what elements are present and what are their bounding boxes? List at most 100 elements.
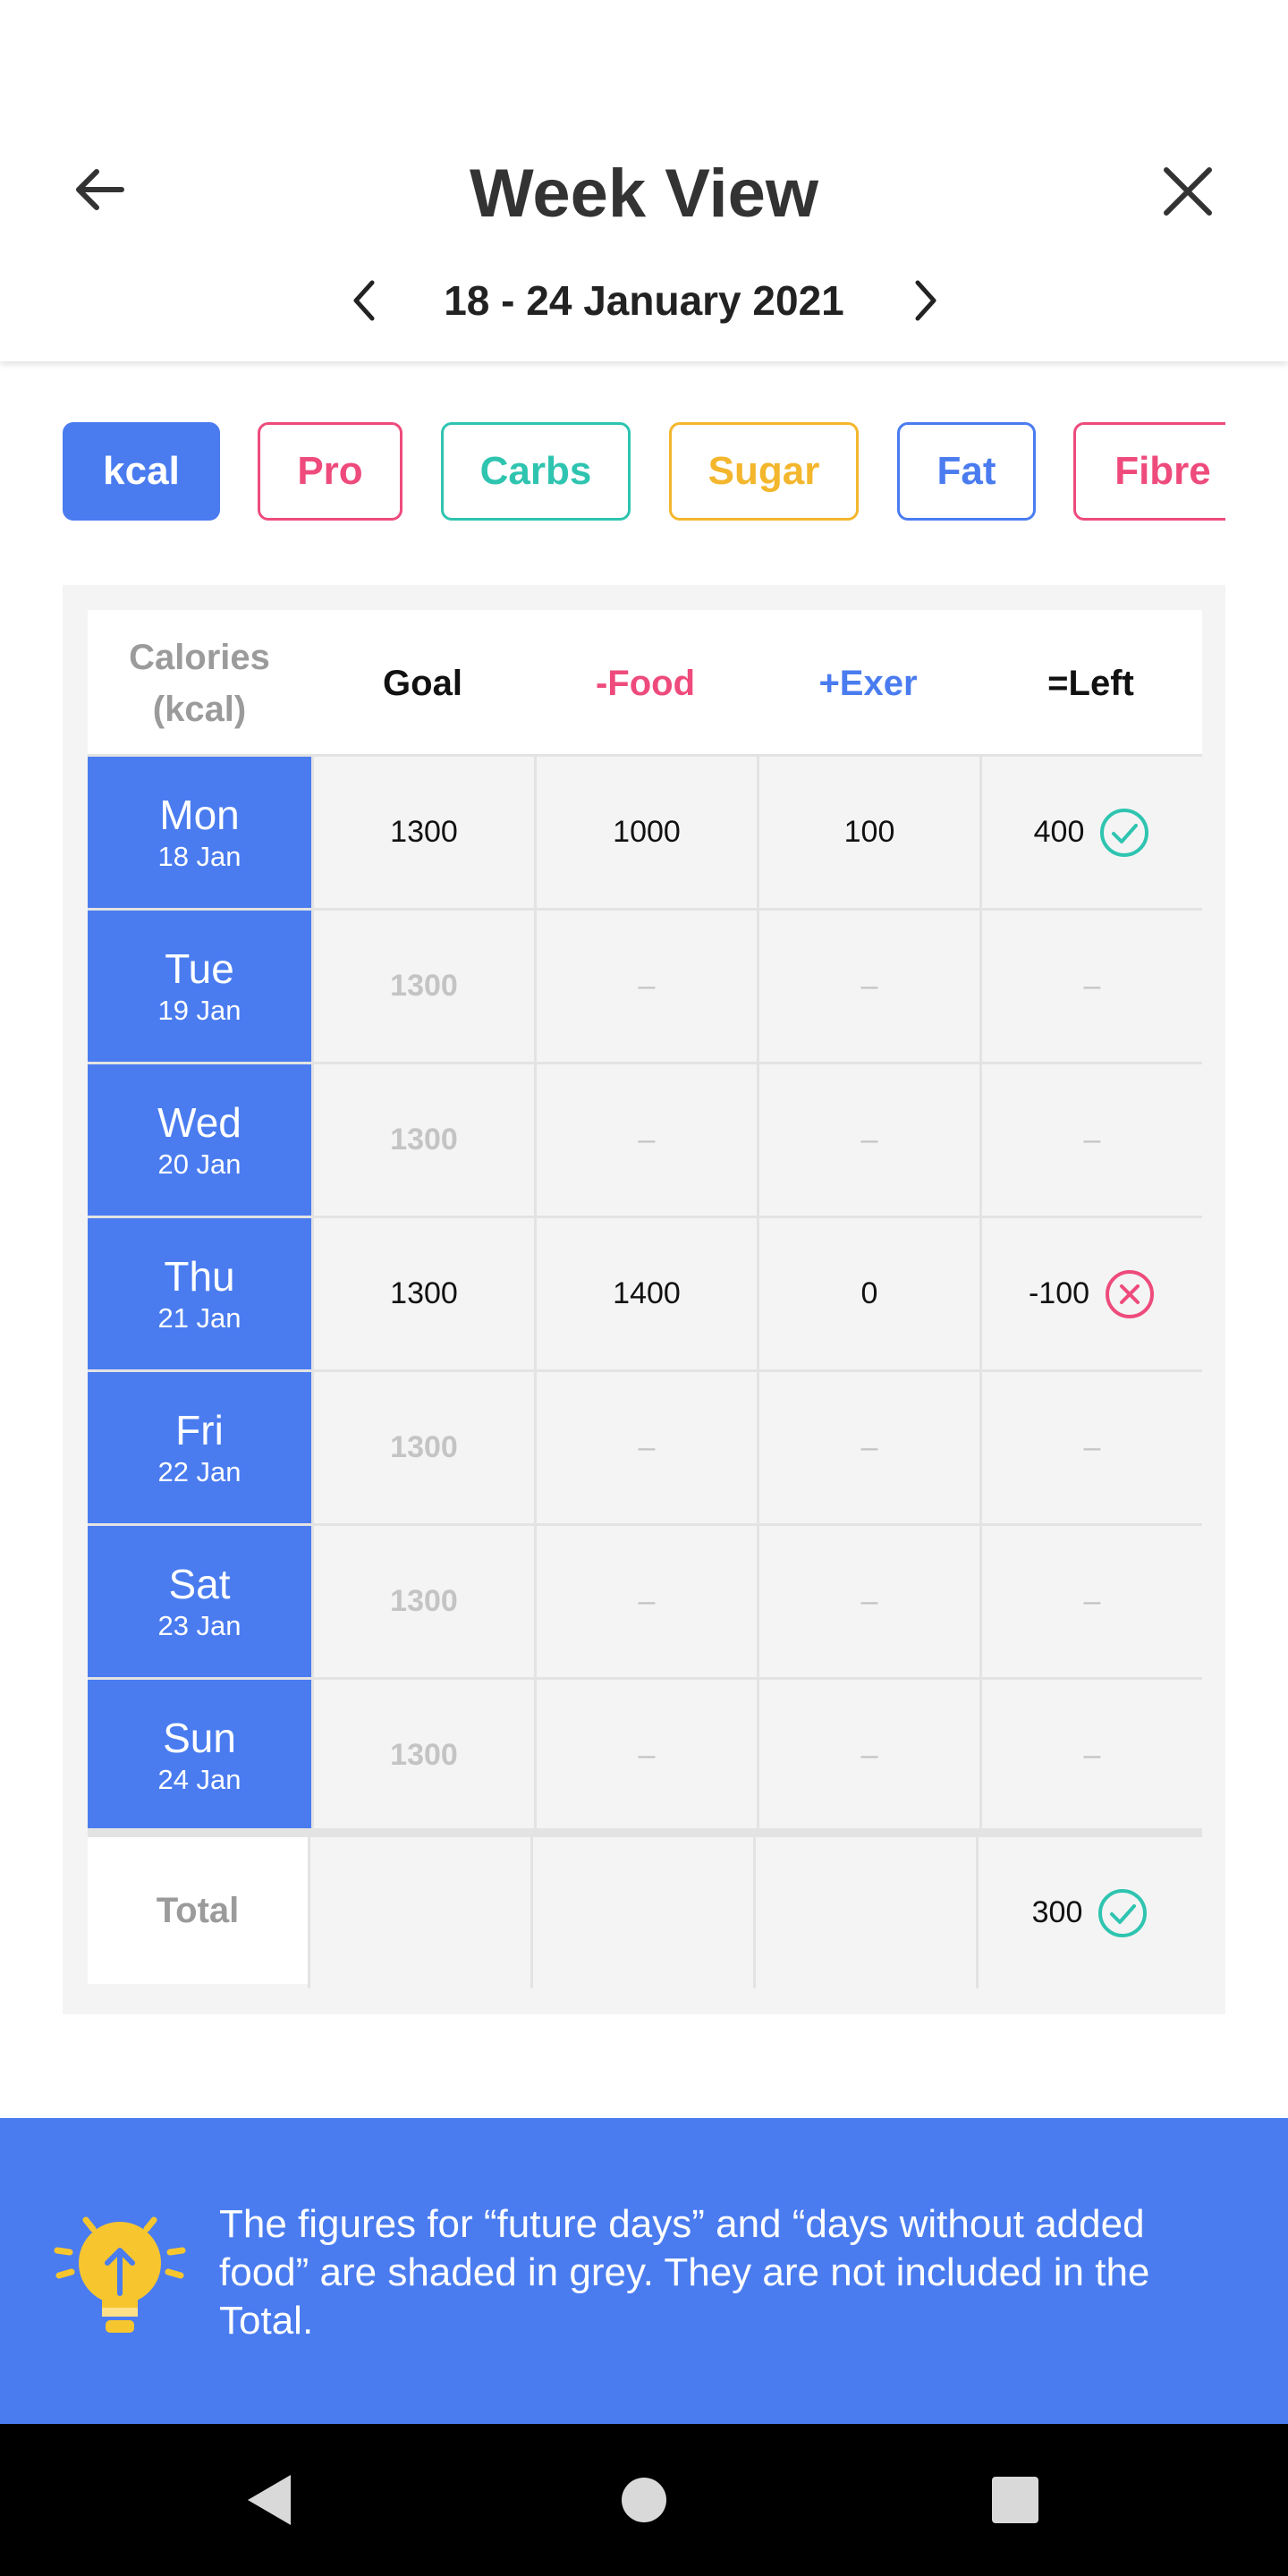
table-row: Fri 22 Jan 1300 – – – — [88, 1372, 1202, 1526]
goal-value-wrap: 1300 — [390, 1276, 458, 1311]
header-goal: Goal — [383, 663, 462, 703]
goal-value: 1300 — [390, 969, 458, 1003]
left-value-wrap: 400 — [1034, 807, 1151, 859]
food-value-wrap: 1400 — [613, 1276, 681, 1311]
previous-week-button[interactable] — [333, 268, 397, 333]
nutrient-chip-bar: kcal Pro Carbs Sugar Fat Fibre — [0, 420, 1225, 524]
chip-label: Fat — [936, 449, 996, 493]
exer-value-wrap: 0 — [861, 1276, 878, 1311]
day-date: 21 Jan — [157, 1301, 242, 1334]
total-label: Total — [88, 1837, 308, 1984]
left-value-wrap: – — [1084, 1123, 1101, 1157]
nav-back-button[interactable] — [229, 2460, 309, 2540]
day-date: 20 Jan — [157, 1148, 242, 1180]
left-value: -100 — [1028, 1276, 1090, 1310]
total-left-cell: 300 — [976, 1837, 1202, 1988]
chip-label: Fibre — [1114, 449, 1211, 493]
nav-home-icon — [622, 2478, 666, 2522]
day-cell[interactable]: Wed 20 Jan — [88, 1064, 311, 1216]
header-exer: +Exer — [818, 663, 918, 703]
total-exer-cell — [753, 1837, 976, 1988]
chip-fibre[interactable]: Fibre — [1073, 422, 1225, 521]
next-week-button[interactable] — [893, 268, 957, 333]
goal-value: 1300 — [390, 815, 458, 849]
day-date: 22 Jan — [157, 1455, 242, 1487]
exer-value-wrap: – — [861, 1430, 878, 1465]
info-banner: The figures for “future days” and “days … — [0, 2118, 1288, 2424]
day-cell[interactable]: Fri 22 Jan — [88, 1372, 311, 1523]
chip-carbs[interactable]: Carbs — [441, 422, 631, 521]
date-range-label: 18 - 24 January 2021 — [444, 277, 844, 324]
date-navigator: 18 - 24 January 2021 — [0, 268, 1288, 333]
exer-cell: 100 — [757, 757, 979, 908]
exer-cell: – — [757, 911, 979, 1062]
nav-recents-button[interactable] — [975, 2460, 1055, 2540]
close-icon — [1164, 167, 1212, 216]
goal-cell: 1300 — [311, 1526, 534, 1677]
header-left: =Left — [1047, 663, 1134, 703]
exer-value-wrap: – — [861, 1123, 878, 1157]
close-button[interactable] — [1150, 154, 1225, 229]
food-cell: – — [534, 1680, 757, 1831]
app-header: Week View 18 - 24 January 2021 — [0, 0, 1288, 361]
cross-circle-icon — [1104, 1268, 1156, 1320]
food-value-wrap: 1000 — [613, 815, 681, 850]
goal-value-wrap: 1300 — [390, 1738, 458, 1773]
chip-label: Sugar — [708, 449, 820, 493]
food-cell: 1400 — [534, 1218, 757, 1369]
table-row: Thu 21 Jan 1300 1400 0 -100 — [88, 1218, 1202, 1372]
nav-back-icon — [248, 2475, 291, 2525]
exer-value-wrap: – — [861, 1738, 878, 1773]
left-value-wrap: – — [1084, 1738, 1101, 1773]
chip-kcal[interactable]: kcal — [63, 422, 220, 521]
total-goal-cell — [308, 1837, 530, 1988]
day-cell[interactable]: Sun 24 Jan — [88, 1680, 311, 1831]
food-cell: – — [534, 1372, 757, 1523]
total-food-cell — [530, 1837, 753, 1988]
total-left-value: 300 — [1031, 1895, 1083, 1929]
day-cell[interactable]: Sat 23 Jan — [88, 1526, 311, 1677]
page-title: Week View — [469, 156, 819, 232]
day-date: 19 Jan — [157, 994, 242, 1026]
day-cell[interactable]: Tue 19 Jan — [88, 911, 311, 1062]
header-calories: Calories (kcal) — [88, 610, 311, 757]
food-value-wrap: – — [639, 1584, 656, 1619]
exer-value: – — [860, 1430, 878, 1464]
left-cell: 400 — [979, 757, 1202, 908]
chip-label: Pro — [297, 449, 363, 493]
food-value: – — [638, 1123, 656, 1157]
left-value: – — [1083, 1584, 1101, 1618]
exer-cell: – — [757, 1372, 979, 1523]
chip-pro[interactable]: Pro — [258, 422, 402, 521]
goal-value-wrap: 1300 — [390, 1584, 458, 1619]
left-value-wrap: -100 — [1029, 1268, 1156, 1320]
day-cell[interactable]: Thu 21 Jan — [88, 1218, 311, 1369]
left-cell: – — [979, 1680, 1202, 1831]
left-value-wrap: – — [1084, 969, 1101, 1004]
left-cell: – — [979, 1372, 1202, 1523]
nav-home-button[interactable] — [604, 2460, 684, 2540]
check-circle-icon — [1097, 1887, 1148, 1939]
chip-fat[interactable]: Fat — [897, 422, 1036, 521]
exer-cell: – — [757, 1680, 979, 1831]
goal-value: 1300 — [390, 1738, 458, 1772]
goal-value: 1300 — [390, 1584, 458, 1618]
exer-value: 0 — [860, 1276, 878, 1310]
exer-value-wrap: – — [861, 969, 878, 1004]
goal-cell: 1300 — [311, 1064, 534, 1216]
food-value-wrap: – — [639, 1738, 656, 1773]
goal-value-wrap: 1300 — [390, 969, 458, 1004]
goal-cell: 1300 — [311, 1218, 534, 1369]
chip-sugar[interactable]: Sugar — [669, 422, 859, 521]
left-value-wrap: – — [1084, 1430, 1101, 1465]
food-value: – — [638, 969, 656, 1003]
food-value: – — [638, 1430, 656, 1464]
day-name: Sat — [168, 1560, 231, 1607]
goal-value-wrap: 1300 — [390, 1430, 458, 1465]
lightbulb-icon — [50, 2207, 190, 2342]
total-left-value-wrap: 300 — [1032, 1887, 1149, 1939]
exer-cell: – — [757, 1064, 979, 1216]
exer-value: – — [860, 1738, 878, 1772]
day-name: Mon — [159, 791, 240, 838]
day-cell[interactable]: Mon 18 Jan — [88, 757, 311, 908]
